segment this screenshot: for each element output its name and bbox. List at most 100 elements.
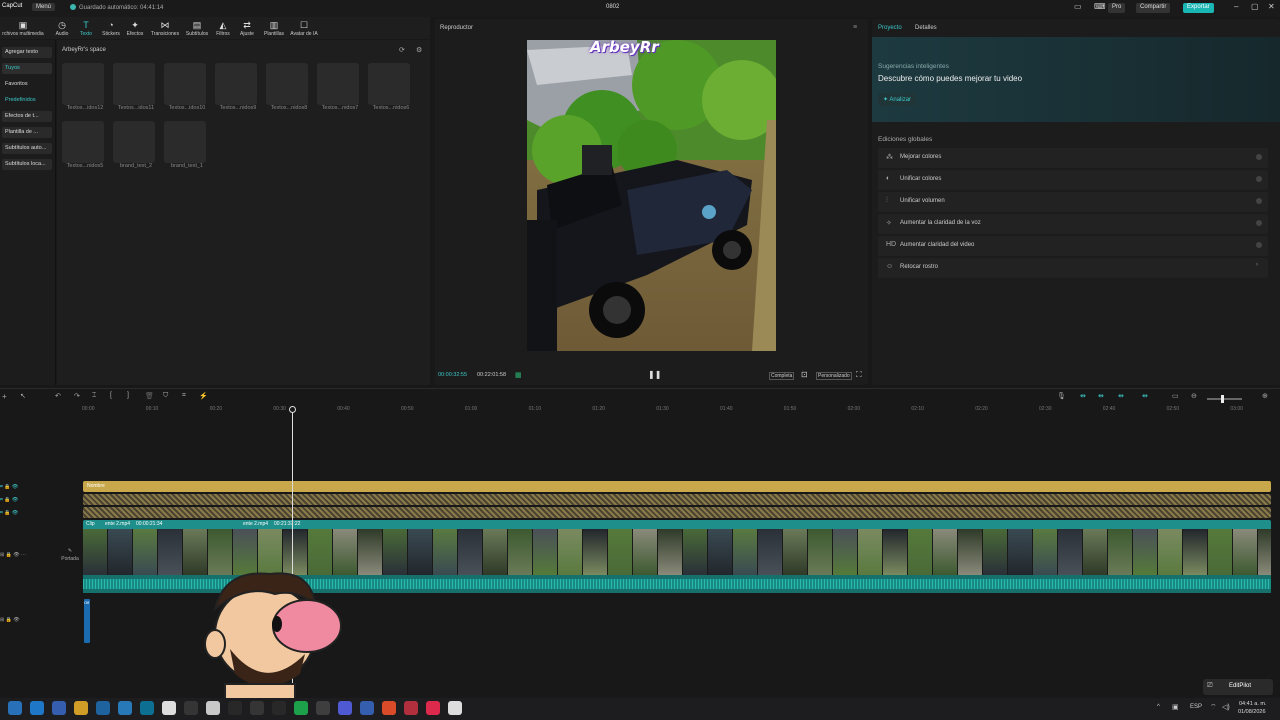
text-clip-1[interactable]: Nombre [83,481,1271,492]
video-preview[interactable]: ArbeyRr [527,40,776,351]
zoom-out-icon[interactable]: ⊖ [1191,392,1197,400]
trim-left-icon[interactable]: [ [110,392,112,399]
cover-button[interactable]: ✎ Portada [60,547,80,569]
custom-ratio-button[interactable]: Personalizado [816,372,852,380]
github-icon[interactable] [360,701,374,715]
text-preset-item[interactable]: Textos...nidos5 [62,121,108,169]
calendar-icon[interactable] [30,701,44,715]
nav-text-effects[interactable]: Efectos de t... [2,111,52,122]
tab-project[interactable]: Proyecto [878,25,902,31]
tool-avatar[interactable]: ☐ Avatar de IA [288,19,320,37]
pause-button[interactable]: ❚❚ [648,370,661,379]
text-preset-item[interactable]: Textos...nidos9 [215,63,261,111]
volume-icon[interactable]: ◁) [1222,703,1230,711]
keyboard-icon[interactable]: ⌨ [1094,2,1106,11]
audio-clip[interactable]: Off [84,599,90,643]
audio-track-header[interactable]: ⊞ 🔒 👁 [0,617,56,623]
photos-icon[interactable] [118,701,132,715]
global-edit-row[interactable]: ⫶ Unificar volumen [878,192,1268,212]
link-icon[interactable]: ⇹ [1080,392,1086,400]
export-button[interactable]: Exportar [1183,3,1214,13]
track-header-2[interactable]: ⌗ 🔒 👁 [0,494,40,507]
layout-icon[interactable]: ▭ [1074,2,1082,11]
clock-time[interactable]: 04:41 a. m. [1239,701,1267,707]
text-preset-item[interactable]: Textos...nidos6 [368,63,414,111]
minimize-icon[interactable]: – [1234,2,1238,11]
text-preset-item[interactable]: Textos...nidos7 [317,63,363,111]
text-clip-3[interactable] [83,507,1271,518]
tab-details[interactable]: Detalles [915,25,937,31]
teams-icon[interactable] [140,701,154,715]
grid-app-icon[interactable] [294,701,308,715]
full-button[interactable]: Completa [769,372,795,380]
select-tool-icon[interactable]: ↖ [20,392,26,400]
clock-date[interactable]: 01/08/2026 [1238,709,1266,715]
text-preset-item[interactable]: Textos...idos12 [62,63,108,111]
shield-icon[interactable]: ⛉ [163,392,168,400]
text-preset-item[interactable]: Textos...nidos8 [266,63,312,111]
chrome-icon[interactable] [206,701,220,715]
brave-icon[interactable] [426,701,440,715]
windows-start-icon[interactable] [8,701,22,715]
zoom-slider[interactable] [1207,395,1242,403]
fullscreen-icon[interactable]: ⛶ [856,370,862,380]
text-preset-item[interactable]: brand_text_1 [164,121,210,169]
snap-icon[interactable]: ⇹ [1118,392,1124,400]
tiktok-icon[interactable] [448,701,462,715]
text-preset-item[interactable]: Textos...idos10 [164,63,210,111]
global-edit-row[interactable]: ✧ Aumentar la claridad de la voz [878,214,1268,234]
notepad-icon[interactable] [96,701,110,715]
wifi-icon[interactable]: ⌔ [1210,703,1217,712]
text-preset-item[interactable]: Textos...idos11 [113,63,159,111]
text-clip-2[interactable] [83,494,1271,505]
crop-icon[interactable]: ⊡ [801,370,808,379]
menu-button[interactable]: Menú [32,3,56,11]
capcut-tk-icon[interactable] [316,701,330,715]
text-preset-item[interactable]: brand_text_2 [113,121,159,169]
split-icon[interactable]: ⌶ [92,392,96,400]
tray-app-icon[interactable]: ▣ [1172,703,1179,711]
track-header-1[interactable]: ⌗ 🔒 👁 [0,481,40,494]
steam-icon[interactable] [162,701,176,715]
star-app-icon[interactable] [404,701,418,715]
grid-icon[interactable]: ▦ [515,371,522,379]
global-edit-row[interactable]: ◐ Unificar colores [878,170,1268,190]
settings-icon[interactable]: ⚙ [416,46,422,54]
capcut-icon[interactable] [272,701,286,715]
global-edit-row[interactable]: ☺ Retocar rostro › [878,258,1268,278]
mic-icon[interactable]: 🎙 [1057,392,1066,400]
tool-adjust[interactable]: ⇄ Ajuste [233,19,261,37]
crop-icon[interactable]: ⌗ [182,392,186,400]
screen-icon[interactable]: ▭ [1172,392,1179,400]
refresh-icon[interactable]: ⟳ [399,46,405,54]
video-track-header[interactable]: ⊞ 🔒 👁 ⋯ [0,552,56,558]
add-icon[interactable]: + [2,392,7,401]
magnet-icon[interactable]: ⇹ [1098,392,1104,400]
app-icon[interactable] [228,701,242,715]
tool-effects[interactable]: ✦ Efectos [121,19,149,37]
magic-icon[interactable]: ⚡ [199,392,208,400]
analyze-button[interactable]: ✦ Analizar [878,93,917,106]
editpilot-badge[interactable]: ⎚ EditPilot [1203,679,1273,695]
nav-favorites[interactable]: Favoritos [2,79,52,90]
redo-icon[interactable]: ↷ [74,392,80,400]
delete-icon[interactable]: 🗑 [145,392,154,400]
zoom-fit-icon[interactable]: ⊕ [1262,392,1268,400]
menu-lines-icon[interactable]: ≡ [853,24,857,31]
tool-templates[interactable]: ▥ Plantillas [260,19,288,37]
video-clip-header[interactable]: Clip ente 2.mp4 00:00:21:34 ente 2.mp4 0… [83,520,1271,529]
edge-browser-icon[interactable] [52,701,66,715]
tool-subtitles[interactable]: ▤ Subtítulos [183,19,211,37]
nav-presets[interactable]: Predefinidos [2,95,52,106]
undo-icon[interactable]: ↶ [55,392,61,400]
pro-button[interactable]: Pro [1108,3,1126,13]
discord-icon[interactable] [382,701,396,715]
nav-text-templates[interactable]: Plantilla de ... [2,127,52,138]
maximize-icon[interactable]: ▢ [1251,2,1259,11]
nav-add-text[interactable]: Agregar texto [2,47,52,58]
nav-local-captions[interactable]: Subtítulos loca... [2,159,52,170]
time-ruler[interactable]: 00:00 00:10 00:20 00:30 00:40 00:50 01:00 01:10… [82,406,1280,416]
tool-text[interactable]: T Texto [72,19,100,37]
epic-games-icon[interactable] [250,701,264,715]
tool-media[interactable]: ▣ rchivos multimedia [0,19,46,37]
